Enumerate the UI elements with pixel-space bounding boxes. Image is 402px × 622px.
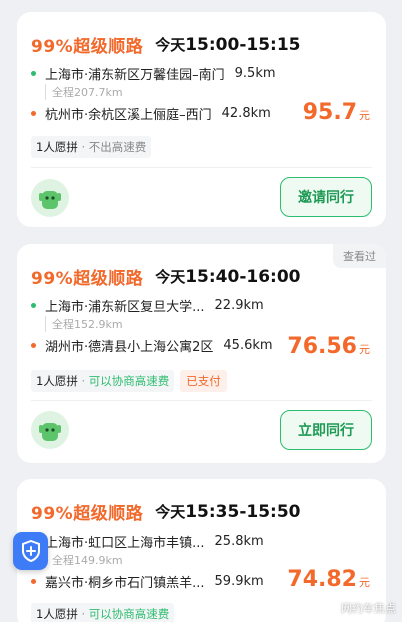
avatar[interactable] <box>31 179 69 217</box>
dropoff-distance: 59.9km <box>214 574 264 589</box>
total-distance: 全程207.7km <box>45 84 123 100</box>
viewed-badge: 查看过 <box>333 244 386 268</box>
card-header: 99%超级顺路 今天15:35-15:50 <box>31 499 301 524</box>
price: 95.7 元 <box>302 100 370 125</box>
pickup-stop: 上海市·浦东新区复旦大学... 22.9km <box>31 296 264 315</box>
trip-card-3[interactable]: 99%超级顺路 今天15:35-15:50 上海市·虹口区上海市丰镇... 25… <box>17 479 386 622</box>
pickup-distance: 22.9km <box>214 298 264 313</box>
pickup-stop: 上海市·虹口区上海市丰镇... 25.8km <box>31 532 264 551</box>
tag-row: 1人愿拼 · 可以协商高速费 已支付 <box>31 370 227 392</box>
watermark: 网约车焦点 <box>341 602 396 615</box>
price: 74.82 元 <box>287 567 370 592</box>
dropoff-address: 杭州市·余杭区溪上俪庭–西门 <box>45 108 212 123</box>
join-button[interactable]: 立即同行 <box>280 410 372 450</box>
dropoff-address: 嘉兴市·桐乡市石门镇羔羊... <box>45 576 205 591</box>
pickup-dot <box>31 303 36 308</box>
pickup-distance: 25.8km <box>214 534 264 549</box>
total-distance: 全程149.9km <box>45 552 123 568</box>
dropoff-stop: 湖州市·德清县小上海公寓2区 45.6km <box>31 336 273 355</box>
pickup-dot <box>31 71 36 76</box>
seat-tag: 1人愿拼 · 可以协商高速费 <box>31 370 175 392</box>
card-header: 99%超级顺路 今天15:00-15:15 <box>31 32 301 57</box>
trip-card-1[interactable]: 99%超级顺路 今天15:00-15:15 上海市·浦东新区万馨佳园–南门 9.… <box>17 12 386 227</box>
match-rate: 99%超级顺路 <box>31 37 144 57</box>
pickup-address: 上海市·虹口区上海市丰镇... <box>45 536 205 551</box>
dropoff-stop: 杭州市·余杭区溪上俪庭–西门 42.8km <box>31 104 271 123</box>
pickup-address: 上海市·浦东新区复旦大学... <box>45 300 205 315</box>
card-header: 99%超级顺路 今天15:40-16:00 <box>31 264 301 289</box>
match-rate: 99%超级顺路 <box>31 504 144 524</box>
tag-row: 1人愿拼 · 不出高速费 <box>31 136 152 158</box>
departure-time: 今天15:40-16:00 <box>155 267 301 287</box>
pickup-distance: 9.5km <box>234 66 276 81</box>
invite-button[interactable]: 邀请同行 <box>280 177 372 217</box>
match-rate: 99%超级顺路 <box>31 269 144 289</box>
seat-tag: 1人愿拼 · 可以协商高速费 <box>31 603 175 622</box>
tag-row: 1人愿拼 · 可以协商高速费 <box>31 603 175 622</box>
pickup-stop: 上海市·浦东新区万馨佳园–南门 9.5km <box>31 64 276 83</box>
dropoff-dot <box>31 343 36 348</box>
price: 76.56 元 <box>287 334 370 359</box>
pickup-address: 上海市·浦东新区万馨佳园–南门 <box>45 68 225 83</box>
trip-card-2[interactable]: 查看过 99%超级顺路 今天15:40-16:00 上海市·浦东新区复旦大学..… <box>17 244 386 463</box>
dropoff-dot <box>31 111 36 116</box>
departure-time: 今天15:35-15:50 <box>155 502 301 522</box>
shield-plus-icon[interactable] <box>13 532 48 570</box>
total-distance: 全程152.9km <box>45 316 123 332</box>
paid-badge: 已支付 <box>180 370 227 392</box>
dropoff-stop: 嘉兴市·桐乡市石门镇羔羊... 59.9km <box>31 572 264 591</box>
dropoff-distance: 42.8km <box>221 106 271 121</box>
seat-tag: 1人愿拼 · 不出高速费 <box>31 136 152 158</box>
dropoff-dot <box>31 579 36 584</box>
dropoff-address: 湖州市·德清县小上海公寓2区 <box>45 340 214 355</box>
dropoff-distance: 45.6km <box>223 338 273 353</box>
departure-time: 今天15:00-15:15 <box>155 35 301 55</box>
divider <box>31 167 372 168</box>
divider <box>31 400 372 401</box>
avatar[interactable] <box>31 411 69 449</box>
